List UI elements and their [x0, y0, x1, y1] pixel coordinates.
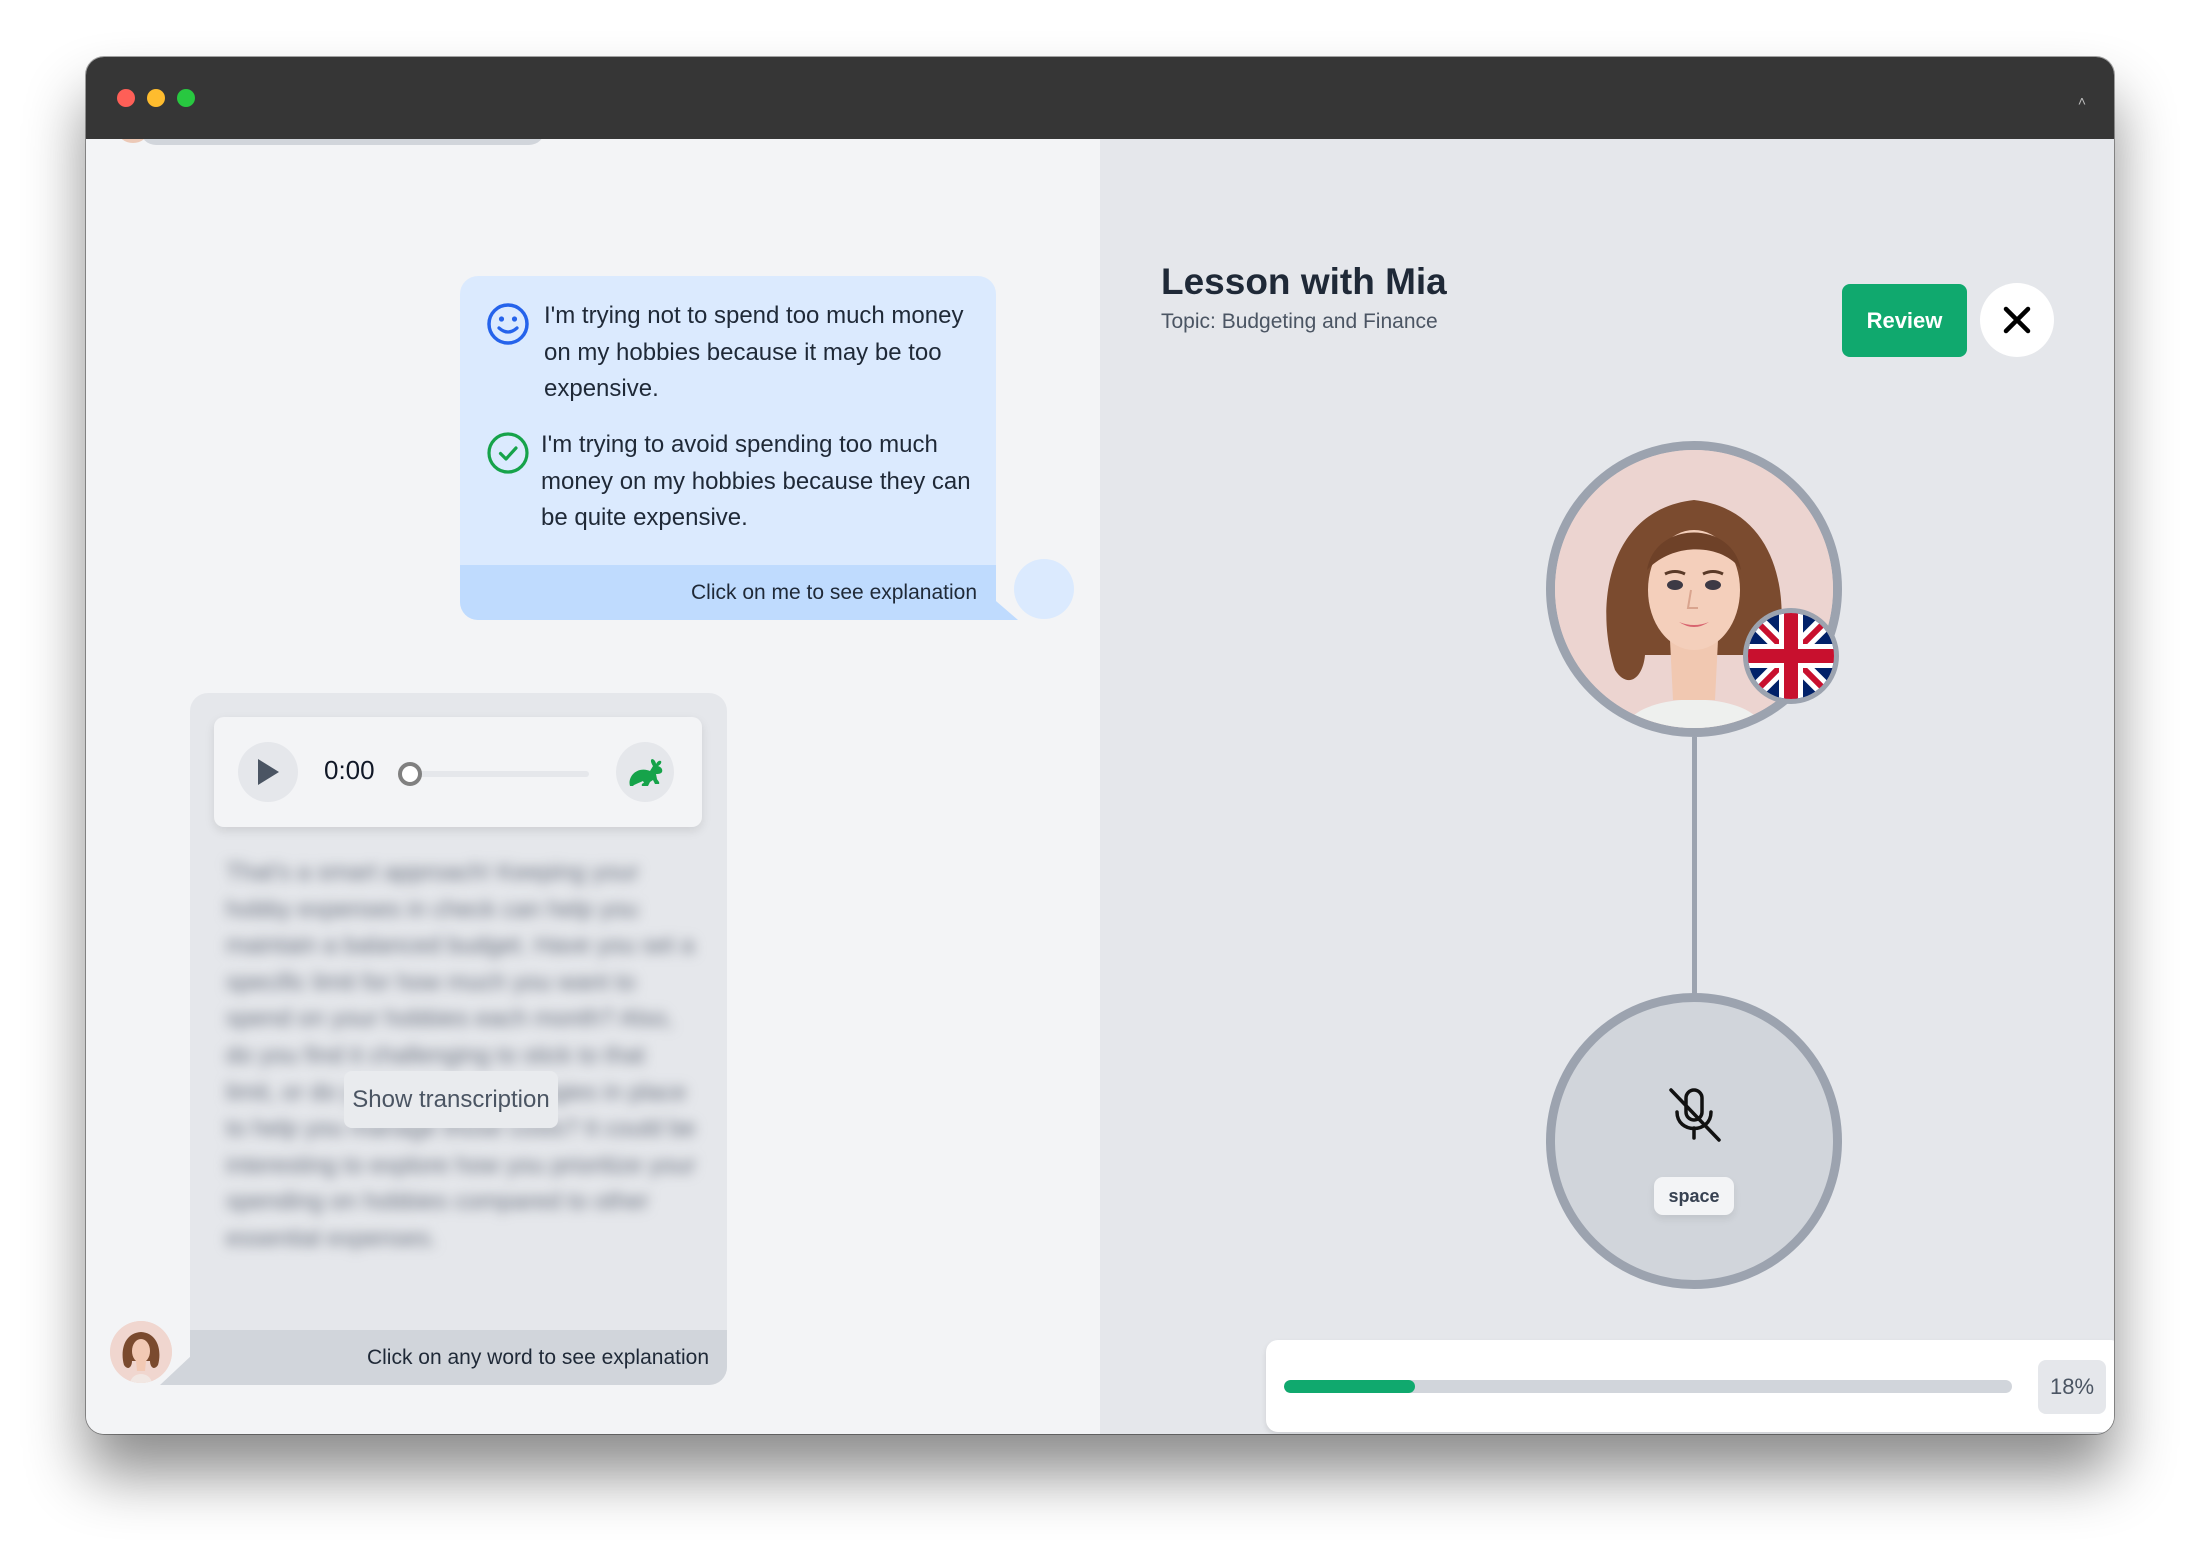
audio-seek-thumb[interactable] — [398, 762, 422, 786]
avatar-connector-line — [1692, 737, 1697, 995]
playback-speed-button[interactable] — [616, 742, 674, 802]
window-close-button[interactable] — [117, 89, 135, 107]
review-button[interactable]: Review — [1842, 284, 1967, 357]
tutor-small-avatar — [110, 1321, 172, 1383]
original-sentence-row: I'm trying not to spend too much money o… — [486, 298, 984, 408]
corrected-sentence: I'm trying to avoid spending too much mo… — [541, 431, 971, 531]
lesson-progress-fill — [1284, 1380, 1416, 1393]
lesson-topic: Topic: Budgeting and Finance — [1161, 310, 1438, 333]
lesson-progress-card: 18% — [1266, 1340, 2114, 1432]
microphone-button[interactable]: space — [1546, 993, 1842, 1289]
chat-panel[interactable]: I'm trying not to spend too much money o… — [86, 139, 1100, 1434]
play-button[interactable] — [238, 742, 298, 802]
lesson-title: Lesson with Mia — [1161, 261, 1447, 302]
microphone-off-icon — [1669, 1088, 1721, 1142]
space-shortcut-badge: space — [1654, 1177, 1734, 1215]
see-explanation-link[interactable]: Click on me to see explanation — [460, 565, 996, 620]
audio-seek-bar[interactable] — [398, 762, 589, 786]
rabbit-icon — [629, 759, 663, 786]
user-bubble-tail — [982, 589, 1018, 620]
titlebar-glyph: ˄ — [2077, 93, 2086, 109]
tutor-message-bubble[interactable]: 0:00 That's a smart approach! Keeping yo… — [190, 693, 727, 1385]
close-lesson-button[interactable] — [1980, 283, 2054, 357]
lesson-progress-percent: 18% — [2038, 1360, 2106, 1414]
lesson-panel: Lesson with Mia Topic: Budgeting and Fin… — [1100, 139, 2114, 1434]
lesson-progress-bar — [1284, 1380, 2012, 1393]
audio-time: 0:00 — [324, 755, 375, 785]
app-window: ˄ I'm trying not to spend too much money… — [86, 57, 2114, 1434]
word-explanation-hint: Click on any word to see explanation — [190, 1330, 727, 1385]
check-circle-icon — [487, 432, 529, 474]
show-transcription-button[interactable]: Show transcription — [344, 1071, 558, 1128]
blurred-transcript: That's a smart approach! Keeping your ho… — [226, 859, 696, 1252]
corrected-sentence-row: I'm trying to avoid spending too much mo… — [486, 427, 991, 537]
title-bar: ˄ — [86, 57, 2114, 139]
audio-player: 0:00 — [214, 717, 702, 827]
original-sentence: I'm trying not to spend too much money o… — [544, 302, 964, 402]
close-icon — [2003, 306, 2031, 334]
play-icon — [258, 759, 279, 785]
user-message-bubble[interactable]: I'm trying not to spend too much money o… — [460, 276, 996, 620]
previous-message-bubble[interactable] — [140, 139, 545, 145]
window-maximize-button[interactable] — [177, 89, 195, 107]
smiley-face-icon — [487, 303, 529, 345]
uk-flag-icon — [1743, 608, 1839, 704]
window-minimize-button[interactable] — [147, 89, 165, 107]
user-avatar — [1014, 559, 1074, 619]
